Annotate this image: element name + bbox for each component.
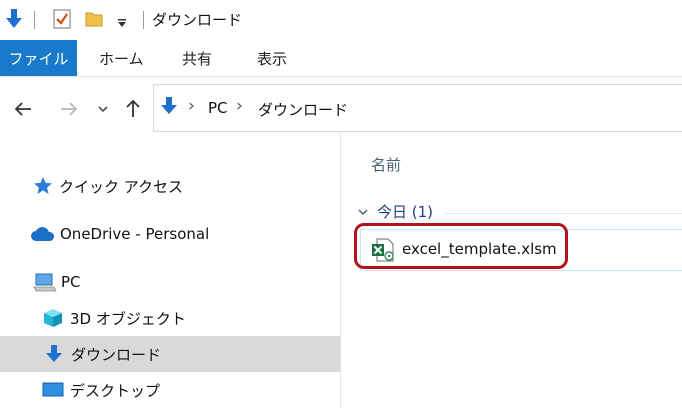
- cube-icon: [42, 307, 66, 329]
- computer-icon: [33, 272, 59, 292]
- nav-item-label: クイック アクセス: [59, 177, 184, 196]
- breadcrumb-downloads[interactable]: ダウンロード: [258, 99, 348, 120]
- tab-share[interactable]: 共有: [182, 40, 212, 76]
- callout-highlight-box: [354, 223, 568, 269]
- group-header-today[interactable]: 今日 (1): [357, 201, 433, 222]
- tab-home[interactable]: ホーム: [99, 40, 144, 76]
- download-arrow-icon[interactable]: [4, 8, 24, 30]
- group-divider: [445, 213, 682, 214]
- tab-view[interactable]: 表示: [257, 40, 287, 76]
- download-arrow-icon: [45, 344, 67, 364]
- nav-item-label: ダウンロード: [71, 345, 162, 364]
- address-bar[interactable]: [153, 84, 682, 132]
- titlebar-separator: [143, 11, 144, 29]
- desktop-icon: [42, 381, 66, 399]
- nav-item-pc[interactable]: PC: [0, 264, 340, 300]
- cloud-icon: [30, 225, 58, 243]
- nav-item-quick-access[interactable]: クイック アクセス: [0, 168, 340, 204]
- titlebar-separator: [34, 11, 35, 29]
- column-header-name[interactable]: 名前: [371, 154, 401, 175]
- dropdown-icon[interactable]: [116, 14, 128, 27]
- breadcrumb-chevron-icon[interactable]: ›: [188, 96, 195, 116]
- nav-item-onedrive[interactable]: OneDrive - Personal: [0, 216, 340, 252]
- nav-item-desktop[interactable]: デスクトップ: [0, 372, 340, 408]
- nav-item-label: 3D オブジェクト: [70, 309, 186, 328]
- window-title: ダウンロード: [152, 11, 243, 29]
- nav-item-downloads[interactable]: ダウンロード: [0, 336, 340, 372]
- forward-arrow-icon[interactable]: [58, 98, 80, 120]
- nav-item-label: OneDrive - Personal: [60, 225, 210, 243]
- breadcrumb-chevron-icon[interactable]: ›: [236, 96, 243, 116]
- nav-item-3d-objects[interactable]: 3D オブジェクト: [0, 300, 340, 336]
- chevron-down-icon: [357, 207, 373, 217]
- breadcrumb-pc[interactable]: PC: [208, 99, 228, 117]
- tab-file[interactable]: ファイル: [0, 40, 77, 76]
- group-label: 今日 (1): [377, 203, 434, 221]
- up-arrow-icon[interactable]: [122, 98, 144, 120]
- folder-icon[interactable]: [84, 9, 104, 29]
- star-icon: [33, 176, 55, 196]
- checkbox-icon[interactable]: [51, 8, 73, 30]
- nav-item-label: デスクトップ: [70, 381, 161, 400]
- nav-item-label: PC: [61, 273, 81, 291]
- back-arrow-icon[interactable]: [12, 98, 34, 120]
- recent-dropdown-icon[interactable]: [92, 98, 114, 120]
- download-location-icon: [160, 96, 178, 116]
- pane-divider[interactable]: [340, 131, 341, 408]
